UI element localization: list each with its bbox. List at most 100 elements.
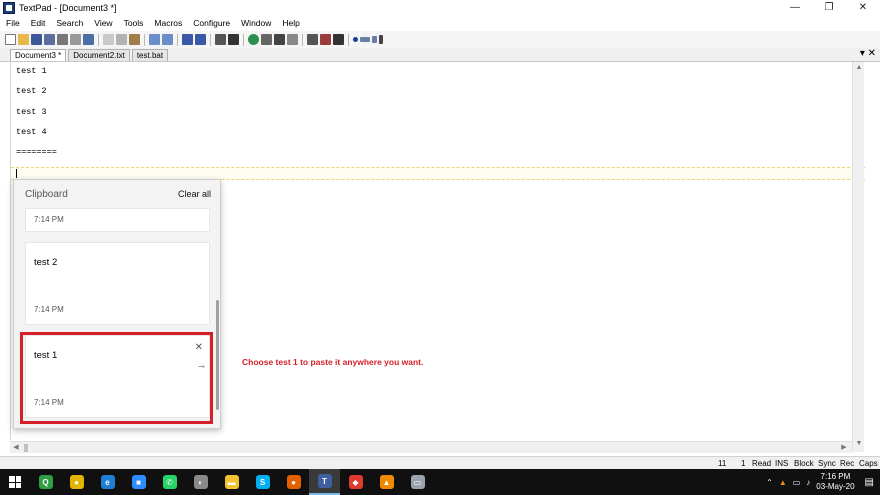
indent-icon[interactable] [182,34,193,45]
horizontal-scrollbar[interactable]: ◀ ▶ [10,441,852,453]
window-controls: — ❐ ✕ [778,0,880,16]
restore-button[interactable]: ❐ [812,0,846,16]
tab-test-bat[interactable]: test.bat [131,49,169,61]
vlc-icon: ▲ [379,475,394,489]
open-folder-icon[interactable] [18,34,29,45]
menu-macros[interactable]: Macros [154,18,182,28]
scroll-left-icon[interactable]: ◀ [10,442,22,454]
clipboard-item-time: 7:14 PM [34,215,64,224]
toolbar-separator [243,33,244,46]
clipboard-item-text: test 2 [34,257,58,268]
start-button[interactable] [0,469,30,495]
menu-search[interactable]: Search [56,18,83,28]
save-icon[interactable] [31,34,42,45]
cut-icon[interactable] [103,34,114,45]
clipboard-item[interactable]: 7:14 PM [25,208,210,232]
undo-icon[interactable] [149,34,160,45]
close-document-button[interactable]: ▾ ✕ [860,48,876,60]
toolbar-overflow-icon[interactable] [379,35,383,44]
taskbar-zoom-icon[interactable]: ■ [123,469,154,495]
paste-icon[interactable] [129,34,140,45]
replace-icon[interactable] [333,34,344,45]
taskbar-whatsapp-icon[interactable]: ✆ [154,469,185,495]
editor-line: test 1 [16,66,47,76]
volume-icon[interactable]: ♪ [806,478,810,487]
status-line: 11 [718,459,727,468]
spellcheck-icon[interactable] [261,34,272,45]
taskbar-skype-icon[interactable]: S [247,469,278,495]
status-caps: Caps [859,459,878,468]
menu-configure[interactable]: Configure [193,18,230,28]
toolbar-separator [302,33,303,46]
status-rec: Rec [840,459,855,468]
menu-edit[interactable]: Edit [31,18,46,28]
zoom-icon: ■ [131,475,146,489]
clipboard-item[interactable]: test 2 7:14 PM [25,242,210,325]
menu-view[interactable]: View [94,18,112,28]
status-bar: 11 1 Read INS Block Sync Rec Caps [0,456,880,469]
clear-all-button[interactable]: Clear all [178,189,211,199]
taskbar-shield-app-icon[interactable]: Q [30,469,61,495]
toolbar-separator [144,33,145,46]
textpad-logo-icon [3,2,15,14]
highlight-box [20,332,213,424]
taskbar-app-laptop-icon[interactable]: ▭ [402,469,433,495]
textpad-icon: T [317,474,332,488]
scroll-up-icon[interactable]: ▲ [853,62,865,74]
globe-icon[interactable] [248,34,259,45]
clock-date: 03-May-20 [816,482,855,491]
clock-time: 7:16 PM [820,472,851,481]
close-window-button[interactable]: ✕ [846,0,880,16]
minimize-button[interactable]: — [778,0,812,16]
find-icon[interactable] [307,34,318,45]
clipboard-item-time: 7:14 PM [34,305,64,314]
document-properties-icon[interactable] [287,34,298,45]
tab-document3[interactable]: Document3 * [10,49,67,61]
toolbar [0,31,880,48]
new-file-icon[interactable] [5,34,16,45]
scroll-down-icon[interactable]: ▼ [853,438,865,450]
taskbar-vlc-icon[interactable]: ▲ [371,469,402,495]
toolbar-separator [98,33,99,46]
taskbar-firefox-icon[interactable]: ● [278,469,309,495]
macro-record-icon[interactable] [353,37,358,42]
menu-window[interactable]: Window [241,18,271,28]
print-icon[interactable] [57,34,68,45]
taskbar-folder-icon[interactable]: ▬ [216,469,247,495]
taskbar-edge-icon[interactable]: e [92,469,123,495]
redo-icon[interactable] [162,34,173,45]
status-column: 1 [741,459,746,468]
tray-vlc-icon[interactable]: ▲ [779,478,787,487]
clock[interactable]: 7:16 PM 03-May-20 [816,472,854,492]
menu-tools[interactable]: Tools [124,18,144,28]
anydesk-icon: ◆ [348,475,363,489]
taskbar: Q ● e ■ ✆ ◐ ▬ S ● T ◆ ▲ ▭ ⌃ ▲ ▭ ♪ 7:16 PM 03-May-20 … [0,469,880,495]
macro-play-icon[interactable] [360,37,370,42]
menu-file[interactable]: File [6,18,20,28]
battery-icon[interactable]: ▭ [793,478,801,487]
save-all-icon[interactable] [44,34,55,45]
tray-expand-icon[interactable]: ⌃ [766,478,773,487]
macro-step-icon[interactable] [372,36,377,43]
taskbar-app-gray-icon[interactable]: ◐ [185,469,216,495]
clipboard-scroll-thumb[interactable] [216,300,219,410]
menu-help[interactable]: Help [282,18,299,28]
taskbar-textpad-icon[interactable]: T [309,469,340,495]
clipboard-header: Clipboard Clear all [14,180,222,210]
title-bar: TextPad - [Document3 *] — ❐ ✕ [0,0,880,16]
horizontal-scroll-thumb[interactable] [24,444,28,452]
print-preview-icon[interactable] [70,34,81,45]
taskbar-anydesk-icon[interactable]: ◆ [340,469,371,495]
spell-icon[interactable] [83,34,94,45]
scroll-right-icon[interactable]: ▶ [838,442,850,454]
find-in-files-icon[interactable] [320,34,331,45]
outdent-icon[interactable] [195,34,206,45]
pilcrow-icon[interactable] [228,34,239,45]
taskbar-chrome-icon[interactable]: ● [61,469,92,495]
notification-icon[interactable]: ▤ [865,477,874,488]
word-wrap-icon[interactable] [215,34,226,45]
vertical-scrollbar[interactable]: ▲ ▼ [852,62,864,452]
sort-icon[interactable] [274,34,285,45]
copy-icon[interactable] [116,34,127,45]
tab-document2[interactable]: Document2.txt [68,49,130,61]
